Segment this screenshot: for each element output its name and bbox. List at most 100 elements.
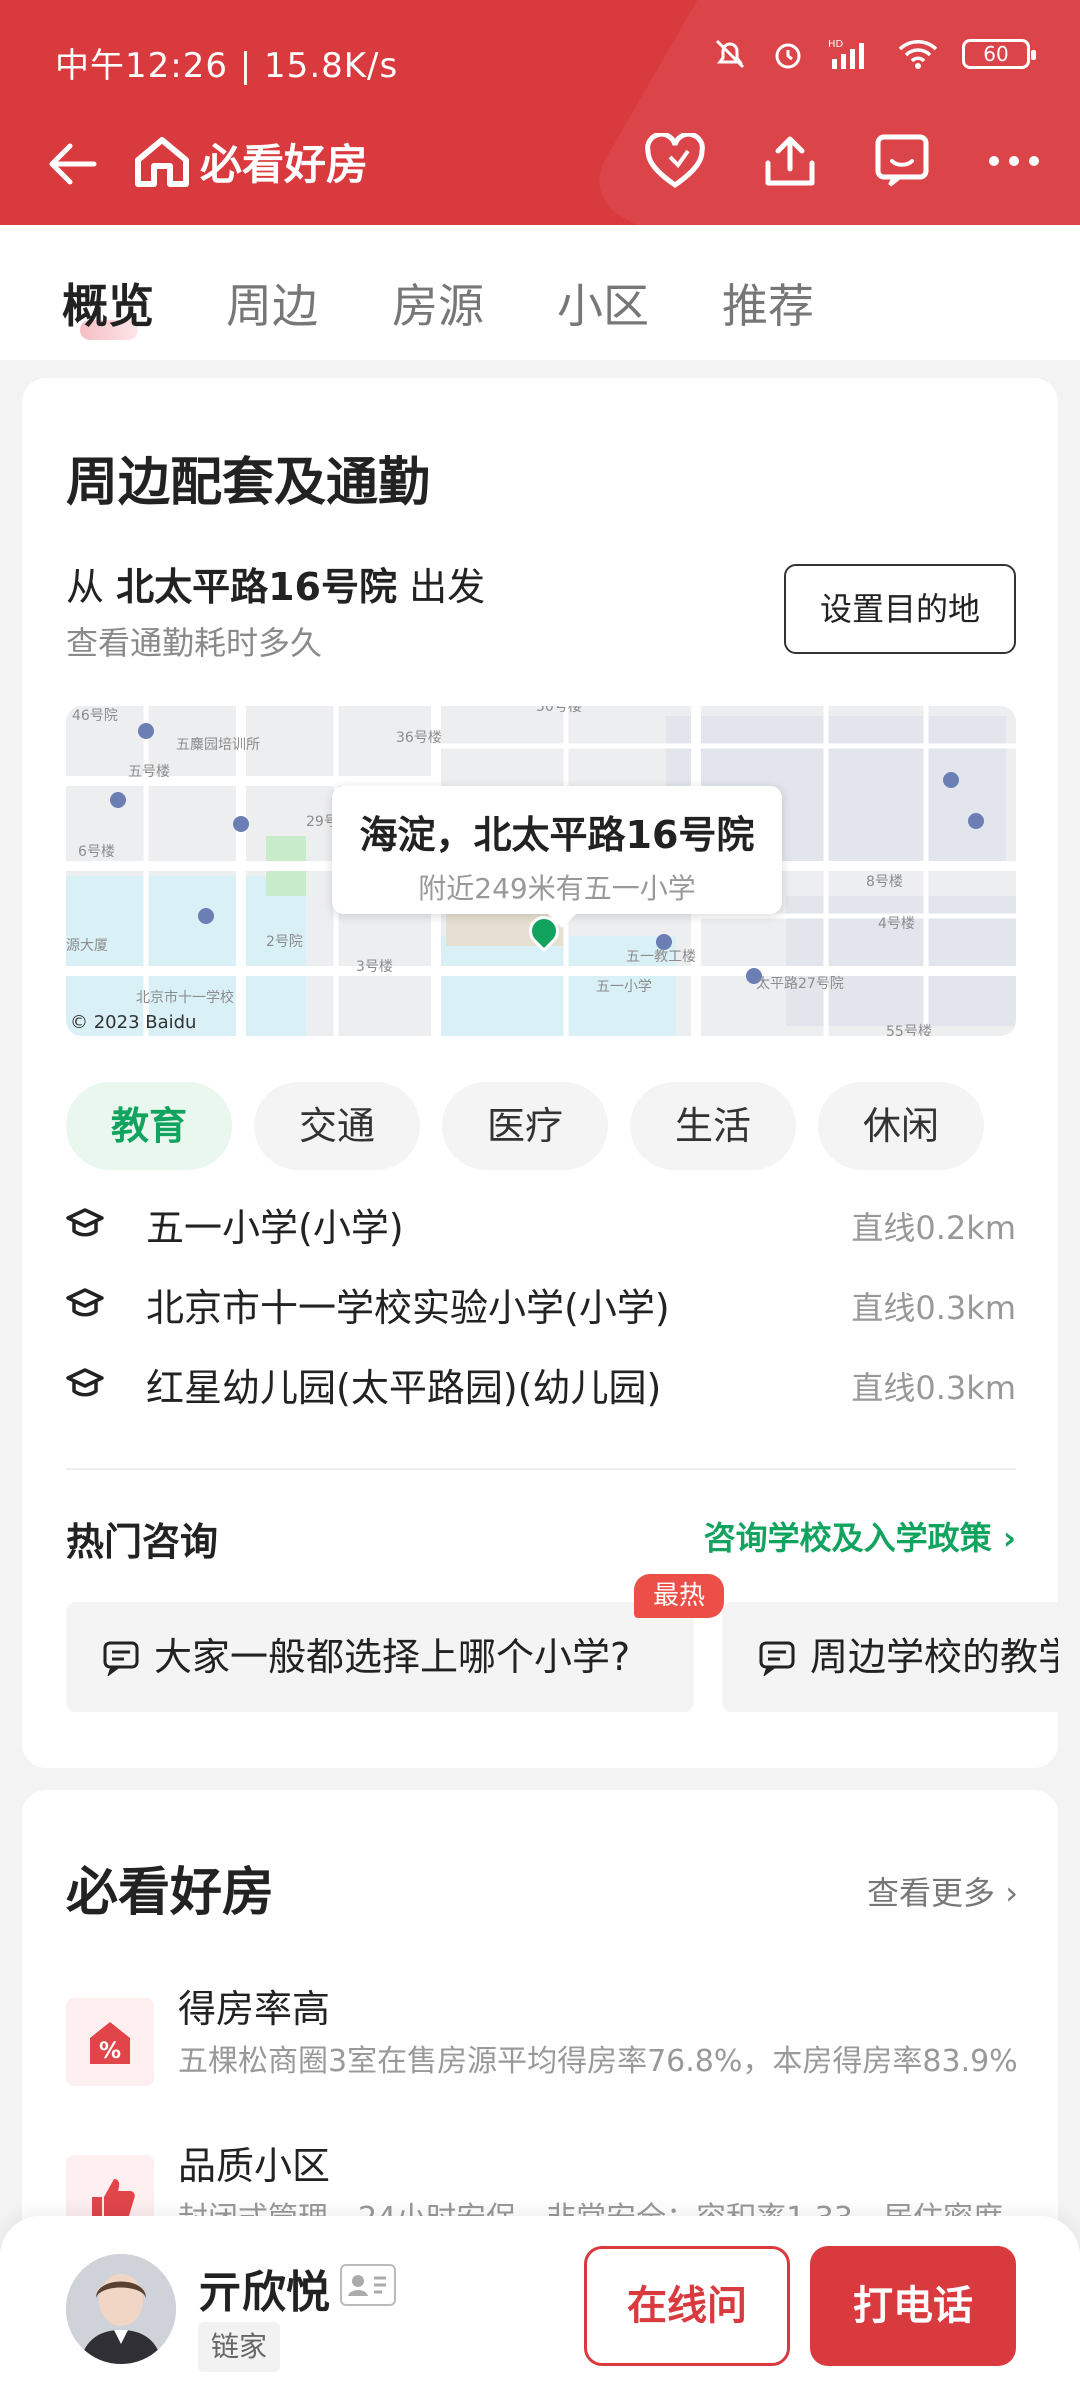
commute-title: 周边配套及通勤	[66, 453, 431, 513]
svg-text:4号楼: 4号楼	[878, 916, 915, 932]
school-row[interactable]: 红星幼儿园(太平路园)(幼儿园) 直线0.3km	[66, 1353, 1016, 1413]
svg-text:%: %	[99, 2039, 121, 2064]
back-arrow-icon[interactable]	[44, 139, 100, 189]
commute-subtitle: 查看通勤耗时多久	[66, 624, 323, 662]
consult-policy-link[interactable]: 咨询学校及入学政策 ›	[704, 1513, 1016, 1559]
online-chat-button[interactable]: 在线问	[584, 2246, 790, 2366]
feature-title: 得房率高	[178, 1987, 331, 2031]
tab-listings[interactable]: 房源	[392, 270, 484, 336]
feature-title: 品质小区	[178, 2144, 331, 2188]
svg-text:50号楼: 50号楼	[536, 706, 582, 715]
tab-overview[interactable]: 概览	[62, 270, 154, 336]
app-root: 中午12:26 | 15.8K/s HD 60 必看好房 概览 周边 房源 小区…	[0, 0, 1080, 2400]
section-divider	[66, 1468, 1016, 1470]
svg-text:55号楼: 55号楼	[886, 1024, 932, 1036]
agent-name: 亓欣悦	[198, 2267, 330, 2318]
svg-text:五麋园培训所: 五麋园培训所	[176, 737, 260, 753]
app-name: 必看好房	[200, 140, 369, 189]
popup-title: 海淀，北太平路16号院	[359, 813, 755, 857]
category-chips: 教育 交通 医疗 生活 休闲	[66, 1082, 984, 1170]
school-row[interactable]: 五一小学(小学) 直线0.2km	[66, 1193, 1016, 1253]
status-icons: HD 60	[712, 36, 1036, 72]
school-distance: 直线0.3km	[851, 1369, 1016, 1407]
message-icon[interactable]	[874, 133, 930, 189]
svg-text:8号楼: 8号楼	[866, 874, 903, 890]
id-card-icon[interactable]	[340, 2264, 396, 2306]
graduation-cap-icon	[66, 1368, 104, 1397]
hot-consult-title: 热门咨询	[66, 1520, 219, 1564]
tab-recommend[interactable]: 推荐	[722, 270, 814, 336]
svg-text:3号楼: 3号楼	[356, 959, 393, 975]
graduation-cap-icon	[66, 1208, 104, 1237]
chevron-right-icon: ›	[1005, 1874, 1018, 1912]
nav-bar: 必看好房	[0, 125, 1080, 205]
school-distance: 直线0.3km	[851, 1289, 1016, 1327]
chip-leisure[interactable]: 休闲	[818, 1082, 984, 1170]
map-view[interactable]: 46号院五号楼 6号楼 源大厦北京市十一学校 2号院 3号楼五一小学 五一教工楼 太平…	[66, 706, 1016, 1036]
graduation-cap-icon	[66, 1288, 104, 1317]
view-more-text: 查看更多	[867, 1874, 996, 1912]
svg-text:太平路27号院: 太平路27号院	[756, 976, 844, 992]
map-popup[interactable]: 海淀，北太平路16号院 附近249米有五一小学	[332, 786, 782, 928]
tab-community[interactable]: 小区	[557, 270, 649, 336]
svg-text:2号院: 2号院	[266, 934, 303, 950]
svg-text:6号楼: 6号楼	[78, 844, 115, 860]
share-icon[interactable]	[762, 133, 818, 189]
school-name: 五一小学(小学)	[146, 1206, 404, 1250]
call-button[interactable]: 打电话	[810, 2246, 1016, 2366]
battery-icon: 60	[962, 39, 1036, 69]
tab-surroundings[interactable]: 周边	[226, 270, 318, 336]
svg-text:HD: HD	[828, 39, 844, 50]
chip-transport[interactable]: 交通	[254, 1082, 420, 1170]
question-text: 周边学校的教学	[810, 1635, 1058, 1679]
school-name: 北京市十一学校实验小学(小学)	[146, 1286, 670, 1330]
svg-text:五号楼: 五号楼	[128, 764, 170, 780]
from-place: 北太平路16号院	[116, 565, 397, 609]
alarm-icon	[775, 43, 801, 69]
favorite-heart-icon[interactable]	[644, 133, 706, 189]
view-more-link[interactable]: 查看更多 ›	[867, 1868, 1018, 1914]
svg-text:五一小学: 五一小学	[596, 979, 652, 995]
agent-bar: 亓欣悦 链家 在线问 打电话	[0, 2216, 1080, 2400]
school-row[interactable]: 北京市十一学校实验小学(小学) 直线0.3km	[66, 1273, 1016, 1333]
svg-text:46号院: 46号院	[72, 708, 118, 724]
signal-icon: HD	[828, 39, 864, 69]
wifi-icon	[898, 40, 938, 69]
chip-medical[interactable]: 医疗	[442, 1082, 608, 1170]
must-see-title: 必看好房	[66, 1863, 275, 1923]
chip-education[interactable]: 教育	[66, 1082, 232, 1170]
map-copyright: © 2023 Baidu	[70, 1012, 197, 1033]
percent-house-icon: %	[66, 1998, 154, 2086]
commute-from: 从 北太平路16号院 出发	[66, 556, 485, 611]
tab-bar: 概览 周边 房源 小区 推荐	[0, 225, 1080, 360]
mute-bell-icon	[715, 39, 745, 69]
house-logo-icon	[135, 136, 189, 187]
app-logo: 必看好房	[134, 131, 368, 192]
question-chip[interactable]: 周边学校的教学	[722, 1602, 1058, 1712]
header: 中午12:26 | 15.8K/s HD 60 必看好房	[0, 0, 1080, 225]
from-suffix: 出发	[409, 565, 486, 609]
agent-company: 链家	[198, 2322, 280, 2372]
chevron-right-icon: ›	[1002, 1519, 1016, 1557]
svg-text:36号楼: 36号楼	[396, 730, 442, 746]
set-destination-button[interactable]: 设置目的地	[784, 564, 1016, 654]
hottest-badge: 最热	[634, 1574, 724, 1618]
from-prefix: 从	[66, 565, 105, 609]
commute-card: 周边配套及通勤 从 北太平路16号院 出发 查看通勤耗时多久 设置目的地 46号…	[22, 378, 1058, 1768]
feature-desc: 五棵松商圈3室在售房源平均得房率76.8%，本房得房率83.9%	[178, 2044, 1018, 2079]
status-time: 中午12:26 | 15.8K/s	[55, 46, 399, 86]
svg-text:源大厦: 源大厦	[66, 938, 108, 954]
consult-link-text: 咨询学校及入学政策	[703, 1519, 992, 1557]
feature-item[interactable]: % 得房率高 五棵松商圈3室在售房源平均得房率76.8%，本房得房率83.9%	[66, 1978, 1018, 2098]
more-dots-icon[interactable]	[986, 151, 1042, 171]
nav-actions	[644, 133, 1042, 189]
svg-text:五一教工楼: 五一教工楼	[626, 949, 696, 965]
school-name: 红星幼儿园(太平路园)(幼儿园)	[146, 1366, 662, 1410]
agent-avatar[interactable]	[66, 2254, 176, 2364]
svg-text:北京市十一学校: 北京市十一学校	[136, 989, 234, 1006]
question-chip[interactable]: 大家一般都选择上哪个小学?	[66, 1602, 694, 1712]
question-text: 大家一般都选择上哪个小学?	[154, 1635, 631, 1679]
school-distance: 直线0.2km	[851, 1209, 1016, 1247]
chat-bubble-icon	[103, 1641, 139, 1676]
chip-life[interactable]: 生活	[630, 1082, 796, 1170]
